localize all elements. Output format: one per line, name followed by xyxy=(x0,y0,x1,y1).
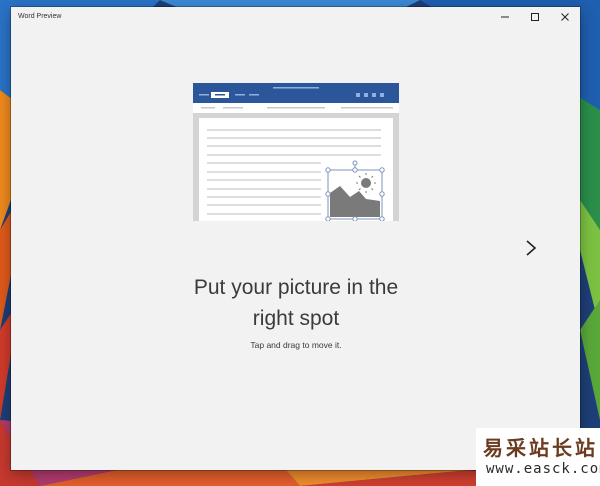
minimize-button[interactable] xyxy=(490,7,520,26)
close-button[interactable] xyxy=(550,7,580,26)
close-icon xyxy=(560,12,570,22)
chevron-right-icon xyxy=(525,239,537,262)
minimize-icon xyxy=(500,12,510,22)
slide-heading-line1: Put your picture in the xyxy=(193,276,399,300)
slide-heading-line2: right spot xyxy=(252,307,340,331)
watermark: 易采站长站 www.easck.com xyxy=(476,428,600,486)
watermark-chinese-text: 易采站长站 xyxy=(483,436,598,460)
watermark-url: www.easck.com xyxy=(486,461,600,477)
word-document-illustration xyxy=(193,83,399,221)
slide-subtext: Tap and drag to move it. xyxy=(250,340,342,350)
window-title: Word Preview xyxy=(18,13,62,20)
next-button[interactable] xyxy=(521,238,541,262)
title-bar: Word Preview xyxy=(11,7,580,26)
app-window: Word Preview Put your picture in the rig… xyxy=(11,7,580,470)
maximize-icon xyxy=(530,12,540,22)
slide-heading: Put your picture in the right spot xyxy=(151,272,441,334)
maximize-button[interactable] xyxy=(520,7,550,26)
